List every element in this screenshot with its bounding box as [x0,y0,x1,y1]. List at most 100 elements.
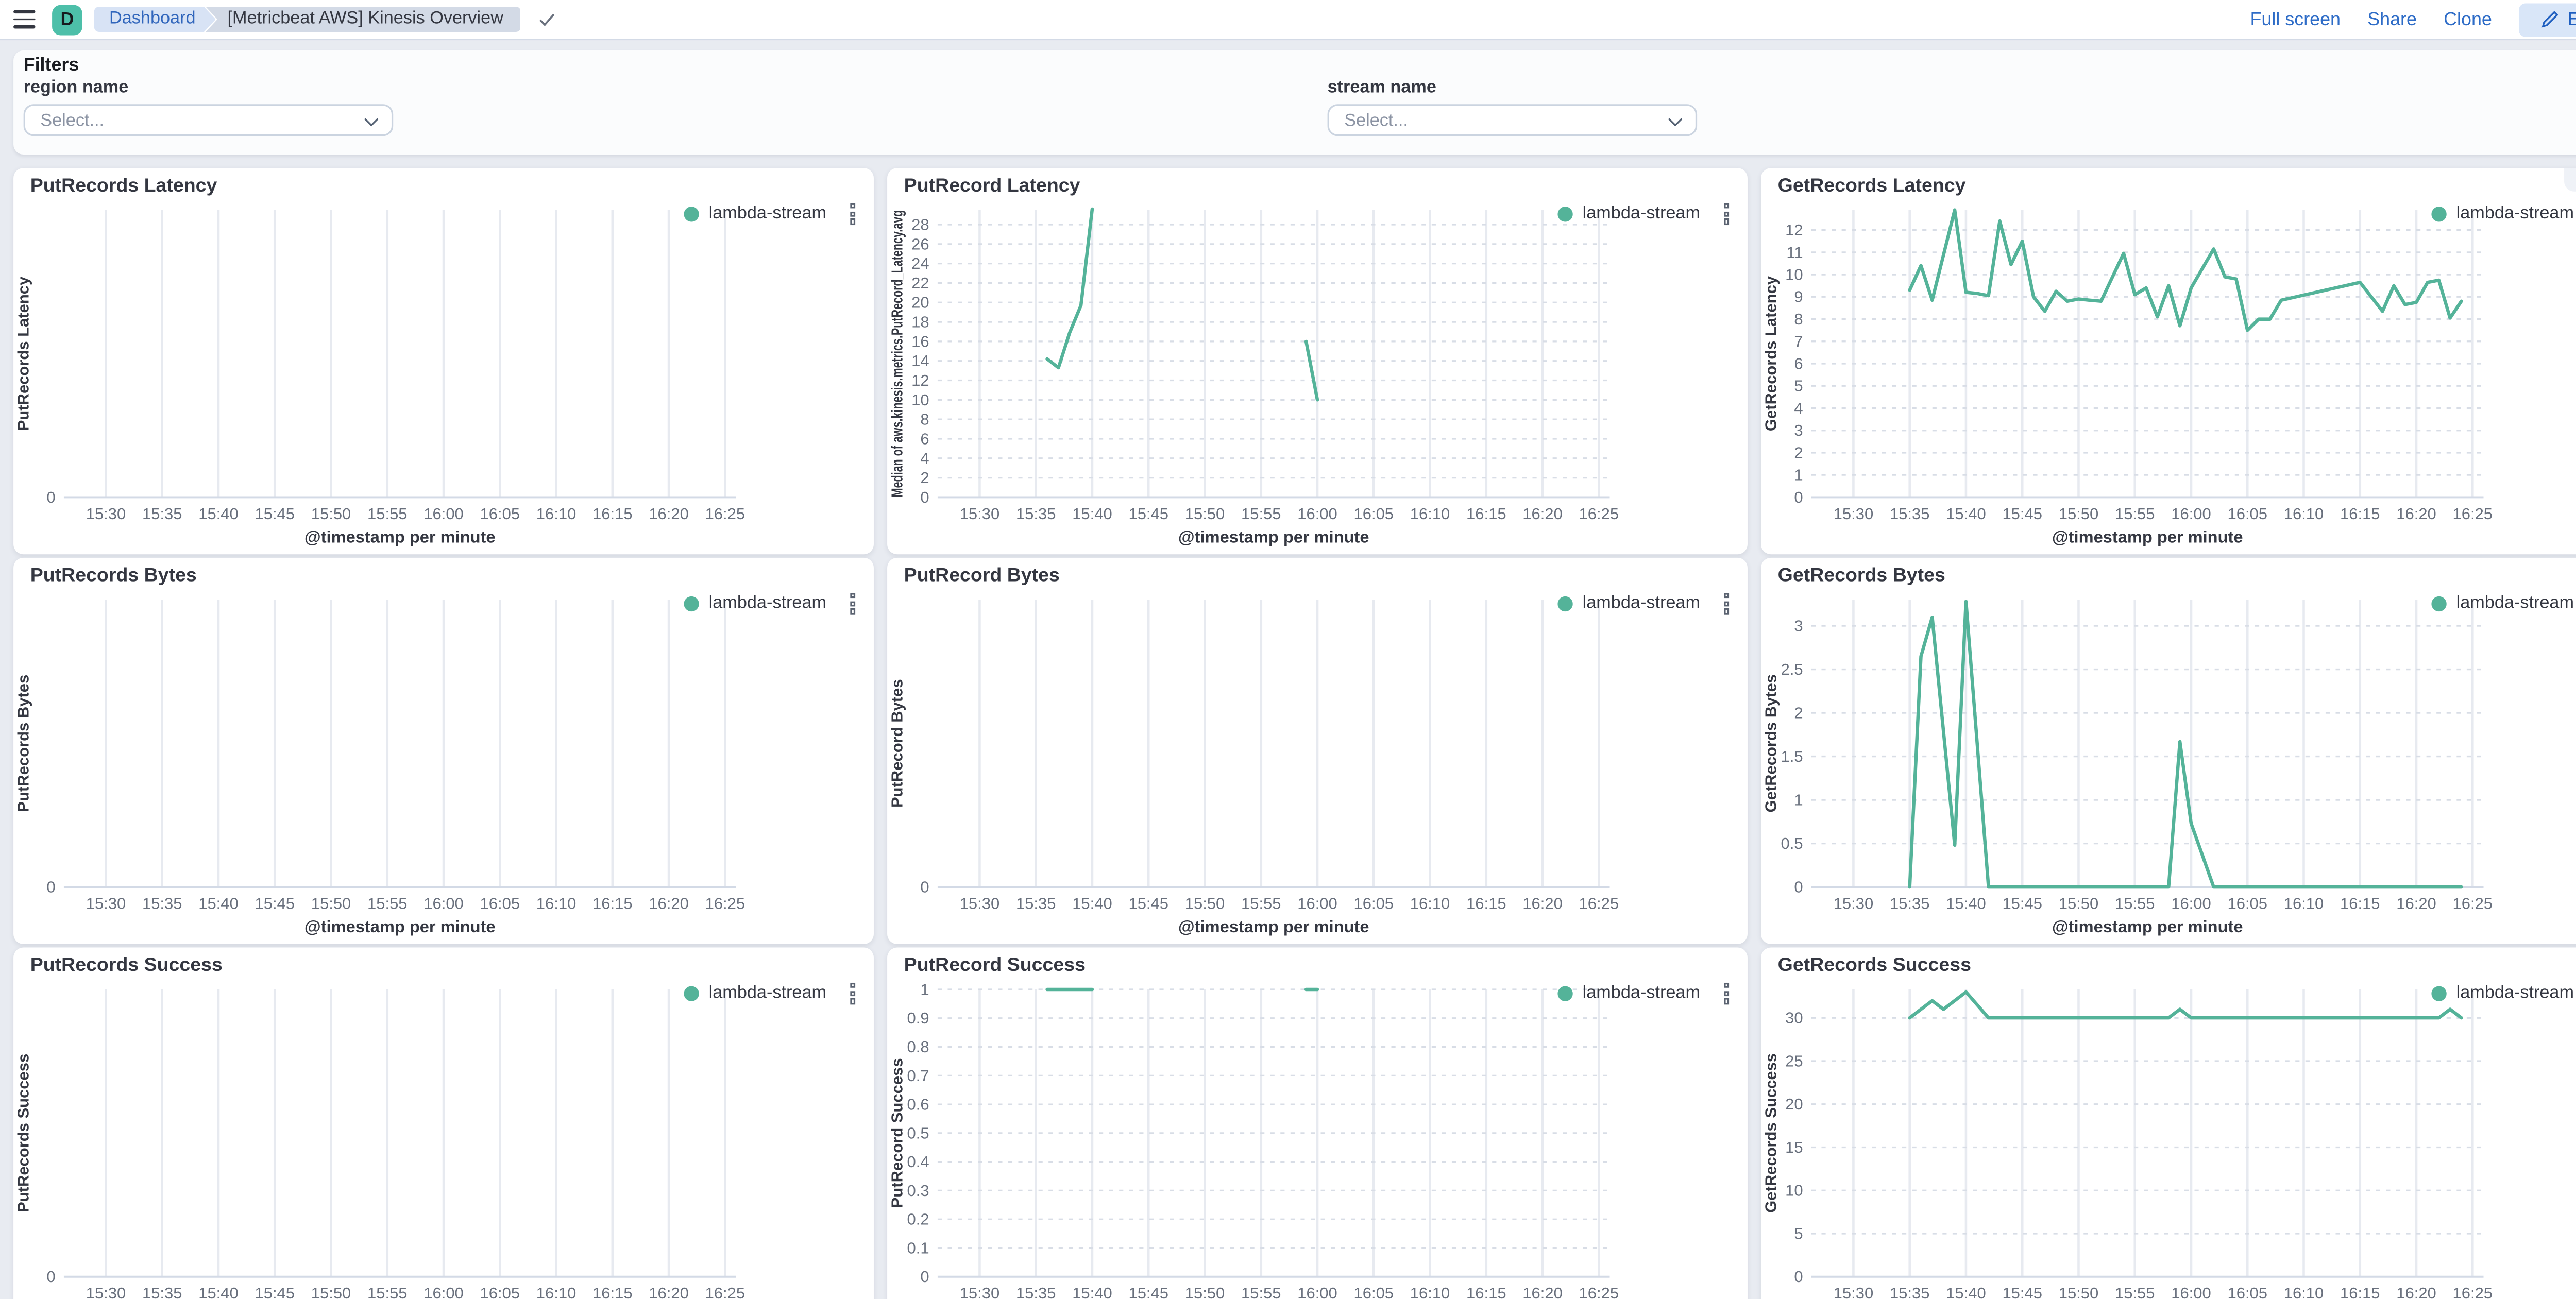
svg-text:6: 6 [1794,354,1803,372]
svg-text:16:25: 16:25 [1579,1284,1619,1299]
legend-series-label[interactable]: lambda-stream [1583,204,1700,224]
legend: lambda-stream [1557,591,1731,616]
svg-text:16:25: 16:25 [2453,1284,2493,1299]
svg-text:GetRecords Bytes: GetRecords Bytes [1761,674,1780,813]
svg-text:1: 1 [920,980,929,998]
svg-text:15:50: 15:50 [1185,1284,1225,1299]
svg-text:PutRecord Bytes: PutRecord Bytes [888,679,906,808]
svg-text:15:35: 15:35 [142,894,182,912]
svg-text:16:25: 16:25 [1579,894,1619,912]
legend-series-label[interactable]: lambda-stream [1583,983,1700,1003]
svg-text:15:50: 15:50 [2059,894,2099,912]
svg-text:2: 2 [1794,443,1803,462]
svg-text:16:05: 16:05 [2228,1284,2268,1299]
panel-title[interactable]: PutRecords Latency [30,176,217,196]
svg-text:16:20: 16:20 [649,1284,689,1299]
legend-actions-icon[interactable] [848,591,857,616]
share-button[interactable]: Share [2367,9,2417,29]
svg-text:15:45: 15:45 [255,894,295,912]
svg-text:15:40: 15:40 [198,505,239,523]
breadcrumb-dashboard[interactable]: Dashboard [94,7,216,32]
svg-text:0: 0 [1794,1268,1803,1286]
svg-text:3: 3 [1794,617,1803,635]
svg-text:0: 0 [46,488,55,506]
panel-getrecords-latency: GetRecords Latency lambda-stream 0123456… [1761,168,2576,554]
clone-button[interactable]: Clone [2444,9,2492,29]
svg-text:18: 18 [911,313,929,331]
hamburger-menu-icon[interactable] [13,11,35,28]
panel-title[interactable]: GetRecords Bytes [1778,566,1945,586]
svg-text:26: 26 [911,235,929,253]
svg-text:15:40: 15:40 [1072,505,1112,523]
panel-putrecord-success: PutRecord Success lambda-stream 00.10.20… [887,947,1748,1299]
legend-series-label[interactable]: lambda-stream [709,983,826,1003]
legend-series-label[interactable]: lambda-stream [709,204,826,224]
legend-actions-icon[interactable] [1722,591,1731,616]
svg-text:6: 6 [920,430,929,448]
panel-title[interactable]: PutRecord Latency [904,176,1080,196]
edit-button[interactable]: Edit [2519,3,2576,36]
legend: lambda-stream [684,591,857,616]
panel-title[interactable]: GetRecords Latency [1778,176,1966,196]
legend-series-label[interactable]: lambda-stream [709,593,826,613]
svg-text:16:20: 16:20 [649,894,689,912]
svg-text:16:20: 16:20 [1522,505,1563,523]
svg-text:15:45: 15:45 [2002,894,2042,912]
svg-text:GetRecords Success: GetRecords Success [1761,1053,1780,1213]
svg-text:15:30: 15:30 [86,1284,126,1299]
breadcrumb-current-dashboard[interactable]: [Metricbeat AWS] Kinesis Overview [206,7,520,32]
legend-series-dot [684,596,699,611]
panel-title[interactable]: PutRecords Bytes [30,566,197,586]
svg-text:15:40: 15:40 [1946,505,1986,523]
svg-text:16:25: 16:25 [2453,505,2493,523]
svg-text:11: 11 [1786,243,1803,261]
legend-series-label[interactable]: lambda-stream [1583,593,1700,613]
svg-text:16:25: 16:25 [1579,505,1619,523]
legend-actions-icon[interactable] [1722,981,1731,1005]
svg-text:16:15: 16:15 [2340,505,2380,523]
region-name-select[interactable]: Select... [24,104,394,136]
panel-putrecords-success: PutRecords Success lambda-stream 0 15:30 1… [13,947,874,1299]
space-avatar[interactable]: D [52,4,82,35]
svg-text:15:40: 15:40 [1946,1284,1986,1299]
svg-text:16:00: 16:00 [1297,894,1337,912]
panel-title[interactable]: PutRecord Bytes [904,566,1060,586]
svg-text:2: 2 [1794,704,1803,722]
legend-actions-icon[interactable] [848,201,857,226]
svg-text:20: 20 [911,294,929,312]
panel-title[interactable]: PutRecord Success [904,956,1086,976]
svg-text:15:45: 15:45 [1128,894,1168,912]
svg-text:16:10: 16:10 [1410,505,1450,523]
svg-text:0.1: 0.1 [907,1239,929,1257]
svg-text:@timestamp per minute: @timestamp per minute [304,527,496,546]
svg-text:15:55: 15:55 [2115,1284,2155,1299]
legend-actions-icon[interactable] [1722,201,1731,226]
legend-actions-icon[interactable] [848,981,857,1005]
svg-text:@timestamp per minute: @timestamp per minute [2052,527,2243,546]
svg-text:16:05: 16:05 [2228,505,2268,523]
svg-text:16:10: 16:10 [2284,505,2324,523]
svg-text:15:35: 15:35 [142,1284,182,1299]
legend-series-label[interactable]: lambda-stream [2456,983,2574,1003]
svg-text:0: 0 [46,1268,55,1286]
app-header: D Dashboard [Metricbeat AWS] Kinesis Ove… [0,0,2576,40]
full-screen-button[interactable]: Full screen [2250,9,2341,29]
stream-name-select[interactable]: Select... [1328,104,1698,136]
svg-text:16:20: 16:20 [1522,894,1563,912]
panel-title[interactable]: GetRecords Success [1778,956,1971,976]
panel-putrecord-bytes: PutRecord Bytes lambda-stream 015:3015:3… [887,558,1748,944]
svg-text:16:15: 16:15 [592,505,633,523]
svg-text:16:15: 16:15 [1466,505,1506,523]
svg-text:15:55: 15:55 [1241,894,1281,912]
legend-series-label[interactable]: lambda-stream [2456,204,2574,224]
panel-title[interactable]: PutRecords Success [30,956,223,976]
legend-series-label[interactable]: lambda-stream [2456,593,2574,613]
svg-text:15:55: 15:55 [1241,505,1281,523]
svg-text:0.2: 0.2 [907,1210,929,1228]
svg-text:4: 4 [920,449,929,467]
svg-text:@timestamp per minute: @timestamp per minute [1178,917,1369,936]
svg-text:28: 28 [911,215,929,233]
svg-text:1.5: 1.5 [1781,747,1803,765]
svg-text:Median of aws.kinesis.metrics.: Median of aws.kinesis.metrics.PutRecord_… [888,210,906,498]
legend: lambda-stream [1557,201,1731,226]
